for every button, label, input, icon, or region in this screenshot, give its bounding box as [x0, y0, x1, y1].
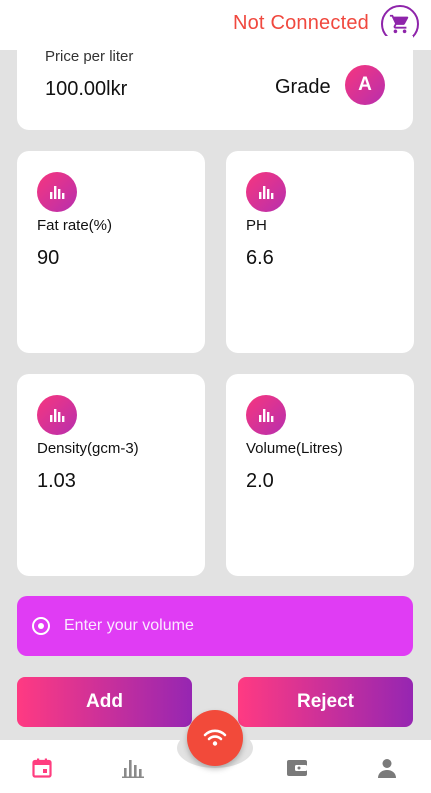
volume-card: Volume(Litres) 2.0 [226, 374, 414, 576]
bar-chart-icon [37, 172, 77, 212]
metric-label: Density(gcm-3) [37, 440, 139, 457]
nav-stats[interactable] [120, 756, 146, 780]
price-label: Price per liter [45, 48, 134, 65]
wallet-icon [287, 760, 307, 776]
grade-badge: A [345, 65, 385, 105]
metric-label: Fat rate(%) [37, 217, 113, 234]
metric-label: PH [246, 217, 267, 234]
ph-card: PH 6.6 [226, 151, 414, 353]
add-button[interactable]: Add [17, 677, 192, 727]
reject-button[interactable]: Reject [238, 677, 413, 727]
cart-icon [389, 14, 409, 34]
nav-wallet[interactable] [284, 756, 310, 780]
metric-label: Volume(Litres) [246, 440, 343, 457]
bar-chart-icon [246, 395, 286, 435]
grade-label: Grade [275, 76, 331, 98]
connect-fab[interactable] [187, 710, 243, 766]
metric-value: 6.6 [246, 247, 274, 269]
bar-chart-icon [37, 395, 77, 435]
metric-value: 90 [37, 247, 60, 269]
price-value: 100.00lkr [45, 78, 128, 100]
price-card: Price per liter 100.00lkr Grade A [17, 36, 413, 130]
fat-rate-card: Fat rate(%) 90 [17, 151, 205, 353]
metric-value: 2.0 [246, 470, 274, 492]
volume-input-field[interactable] [17, 596, 413, 656]
nav-profile[interactable] [374, 756, 400, 780]
nav-calendar[interactable] [29, 756, 55, 780]
metric-value: 1.03 [37, 470, 76, 492]
volume-input[interactable] [64, 617, 384, 635]
calendar-icon [32, 758, 52, 778]
person-icon [378, 759, 396, 778]
density-card: Density(gcm-3) 1.03 [17, 374, 205, 576]
wifi-icon [203, 729, 227, 746]
radio-dot-icon [32, 617, 50, 635]
bar-chart-icon [122, 760, 144, 778]
connection-status: Not Connected [232, 12, 369, 34]
bar-chart-icon [246, 172, 286, 212]
